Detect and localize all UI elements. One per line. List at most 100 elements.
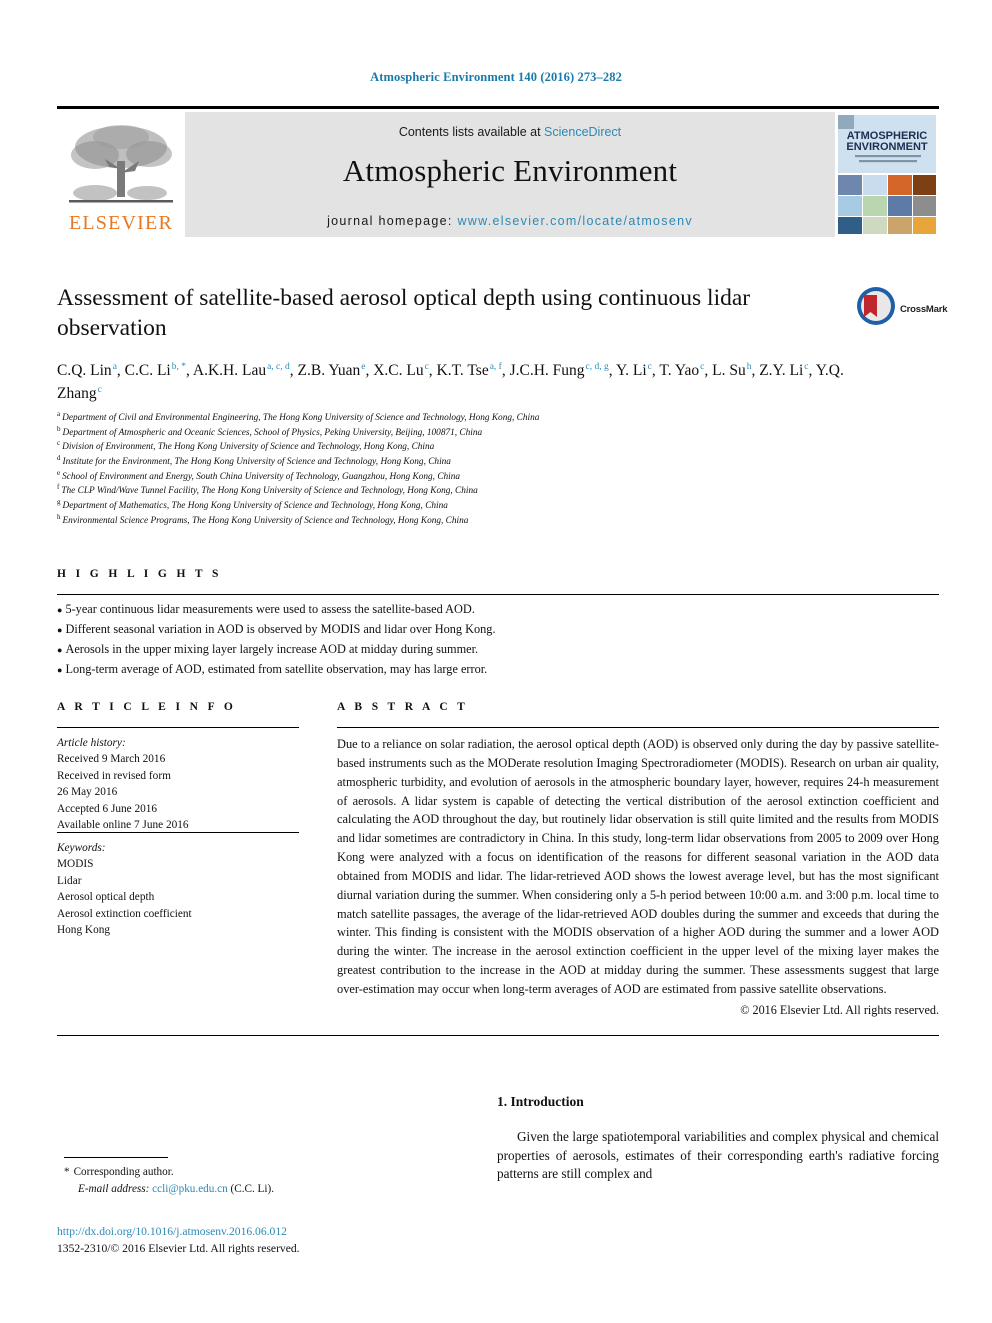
footnote-block: * Corresponding author. E-mail address: c… — [64, 1164, 394, 1198]
author-name: C.C. Li — [124, 362, 171, 379]
affiliation-text: School of Environment and Energy, South … — [62, 471, 461, 482]
keyword-item: Hong Kong — [57, 924, 111, 937]
affiliation-item: b Department of Atmospheric and Oceanic S… — [57, 425, 757, 441]
affiliation-item: f The CLP Wind/Wave Tunnel Facility, The … — [57, 484, 757, 499]
affiliation-text: The CLP Wind/Wave Tunnel Facility, The H… — [61, 486, 478, 497]
author-affiliation-marker: c — [804, 361, 809, 372]
keyword-item: Lidar — [57, 874, 82, 887]
highlight-text: Aerosols in the upper mixing layer large… — [65, 641, 479, 656]
affiliation-text: Department of Mathematics, The Hong Kong… — [62, 501, 448, 512]
journal-masthead: ELSEVIER Contents lists available at Sci… — [57, 106, 939, 237]
abstract-bottom-divider — [57, 1035, 939, 1036]
svg-text:ENVIRONMENT: ENVIRONMENT — [846, 141, 928, 153]
crossmark-label: CrossMark — [900, 304, 948, 315]
affiliation-item: e School of Environment and Energy, South… — [57, 469, 757, 485]
author-name: Y. Li — [615, 362, 647, 379]
keywords-divider — [57, 832, 299, 833]
author-name: T. Yao — [659, 362, 700, 379]
paper-first-page: Atmospheric Environment 140 (2016) 273–2… — [0, 0, 992, 1323]
email-suffix: (C.C. Li). — [230, 1182, 275, 1195]
article-info-heading: A R T I C L E I N F O — [57, 701, 237, 713]
keywords-items: MODIS Lidar Aerosol optical depth Aerosol e… — [57, 856, 299, 938]
keyword-item: Aerosol extinction coefficient — [57, 907, 192, 920]
homepage-prefix: journal homepage: — [327, 214, 458, 228]
author-name: K.T. Tse — [436, 362, 489, 379]
author-name: J.C.H. Fung — [509, 362, 585, 379]
author-list: C.Q. Lina, C.C. Lib, *, A.K.H. Laua, c, … — [57, 361, 844, 403]
affiliation-item: a Department of Civil and Environmental E… — [57, 410, 757, 426]
contents-available-line: Contents lists available at ScienceDirec… — [399, 125, 621, 139]
author-name: X.C. Lu — [373, 362, 424, 379]
author-affiliation-marker: e — [361, 361, 366, 372]
author-affiliation-marker: a, f — [489, 361, 502, 372]
author-name: L. Su — [712, 362, 746, 379]
journal-homepage-link[interactable]: www.elsevier.com/locate/atmosenv — [457, 214, 692, 228]
highlight-text: 5-year continuous lidar measurements wer… — [65, 602, 475, 616]
article-history-item: Received in revised form — [57, 769, 171, 782]
doi-link[interactable]: http://dx.doi.org/10.1016/j.atmosenv.201… — [57, 1224, 477, 1241]
abstract-divider — [337, 727, 939, 728]
highlight-item: ● Long-term average of AOD, estimated fro… — [57, 660, 657, 680]
masthead-center: Contents lists available at ScienceDirec… — [185, 112, 835, 237]
doi-block: http://dx.doi.org/10.1016/j.atmosenv.201… — [57, 1224, 477, 1258]
highlight-item: ● Different seasonal variation in AOD is … — [57, 620, 657, 640]
author-affiliation-marker: c — [424, 361, 429, 372]
author-name: A.K.H. Lau — [192, 362, 267, 379]
author-affiliation-marker: c — [700, 361, 705, 372]
keywords-block: Keywords: MODIS Lidar Aerosol optical dept… — [57, 840, 299, 939]
article-info-divider — [57, 727, 299, 728]
keyword-item: Aerosol optical depth — [57, 891, 155, 904]
author-affiliation-marker: c — [97, 385, 102, 396]
email-line: E-mail address: ccli@pku.edu.cn (C.C. Li… — [64, 1181, 394, 1198]
journal-cover-thumbnail: ATMOSPHERIC ENVIRONMENT — [835, 112, 939, 237]
introduction-text: Given the large spatiotemporal variabili… — [497, 1129, 939, 1182]
article-history-item: Accepted 6 June 2016 — [57, 802, 158, 815]
highlights-list: ● 5-year continuous lidar measurements we… — [57, 600, 657, 680]
page-title: Assessment of satellite-based aerosol op… — [57, 285, 751, 341]
affiliation-item: d Institute for the Environment, The Hong… — [57, 454, 757, 470]
author-affiliation-marker: b, * — [171, 361, 186, 372]
crossmark-badge[interactable]: CrossMark — [856, 286, 948, 338]
article-history-label: Article history: — [57, 737, 126, 749]
running-head: Atmospheric Environment 140 (2016) 273–2… — [370, 70, 622, 84]
affiliation-text: Environmental Science Programs, The Hong… — [62, 515, 469, 526]
author-affiliation-marker: c — [647, 361, 652, 372]
title-block: Assessment of satellite-based aerosol op… — [57, 284, 847, 343]
highlight-text: Long-term average of AOD, estimated from… — [65, 661, 488, 676]
journal-title: Atmospheric Environment — [342, 153, 678, 188]
highlight-item: ● 5-year continuous lidar measurements we… — [57, 600, 657, 620]
keyword-item: MODIS — [57, 858, 94, 871]
email-label: E-mail address: — [78, 1182, 150, 1195]
keywords-label: Keywords: — [57, 842, 106, 854]
highlight-item: ● Aerosols in the upper mixing layer larg… — [57, 640, 657, 660]
highlights-heading: H I G H L I G H T S — [57, 568, 222, 580]
article-history-items: Received 9 March 2016 Received in revised… — [57, 751, 299, 833]
article-history: Article history: Received 9 March 2016 Re… — [57, 735, 299, 834]
affiliation-item: g Department of Mathematics, The Hong Kon… — [57, 499, 757, 514]
sciencedirect-link[interactable]: ScienceDirect — [544, 125, 621, 139]
journal-homepage-line: journal homepage: www.elsevier.com/locat… — [185, 214, 835, 228]
author-name: Z.Y. Li — [759, 362, 804, 379]
highlights-divider — [57, 594, 939, 595]
article-history-item: Received 9 March 2016 — [57, 753, 166, 766]
author-affiliation-marker: h — [746, 361, 752, 372]
issn-line: 1352-2310/© 2016 Elsevier Ltd. All right… — [57, 1241, 300, 1255]
article-history-item: 26 May 2016 — [57, 786, 118, 799]
affiliation-text: Department of Civil and Environmental En… — [62, 413, 540, 423]
affiliation-text: Institute for the Environment, The Hong … — [62, 457, 451, 468]
corresponding-author-line: * Corresponding author. — [64, 1164, 394, 1181]
crossmark-icon — [857, 287, 895, 325]
elsevier-tree-icon — [65, 121, 177, 213]
corresponding-author-text: Corresponding author. — [73, 1166, 174, 1178]
footnote-divider — [64, 1157, 168, 1158]
author-affiliation-marker: a, c, d — [267, 361, 290, 372]
abstract-copyright: © 2016 Elsevier Ltd. All rights reserved… — [740, 1003, 939, 1017]
contents-prefix: Contents lists available at — [398, 125, 545, 139]
author-name: C.Q. Lin — [57, 362, 112, 379]
elsevier-logo: ELSEVIER — [57, 112, 185, 237]
affiliation-item: h Environmental Science Programs, The Hon… — [57, 513, 757, 529]
abstract-text: Due to a reliance on solar radiation, th… — [337, 737, 939, 996]
elsevier-wordmark: ELSEVIER — [68, 212, 174, 234]
introduction-heading: 1. Introduction — [497, 1094, 584, 1109]
email-link[interactable]: ccli@pku.edu.cn — [152, 1183, 228, 1195]
